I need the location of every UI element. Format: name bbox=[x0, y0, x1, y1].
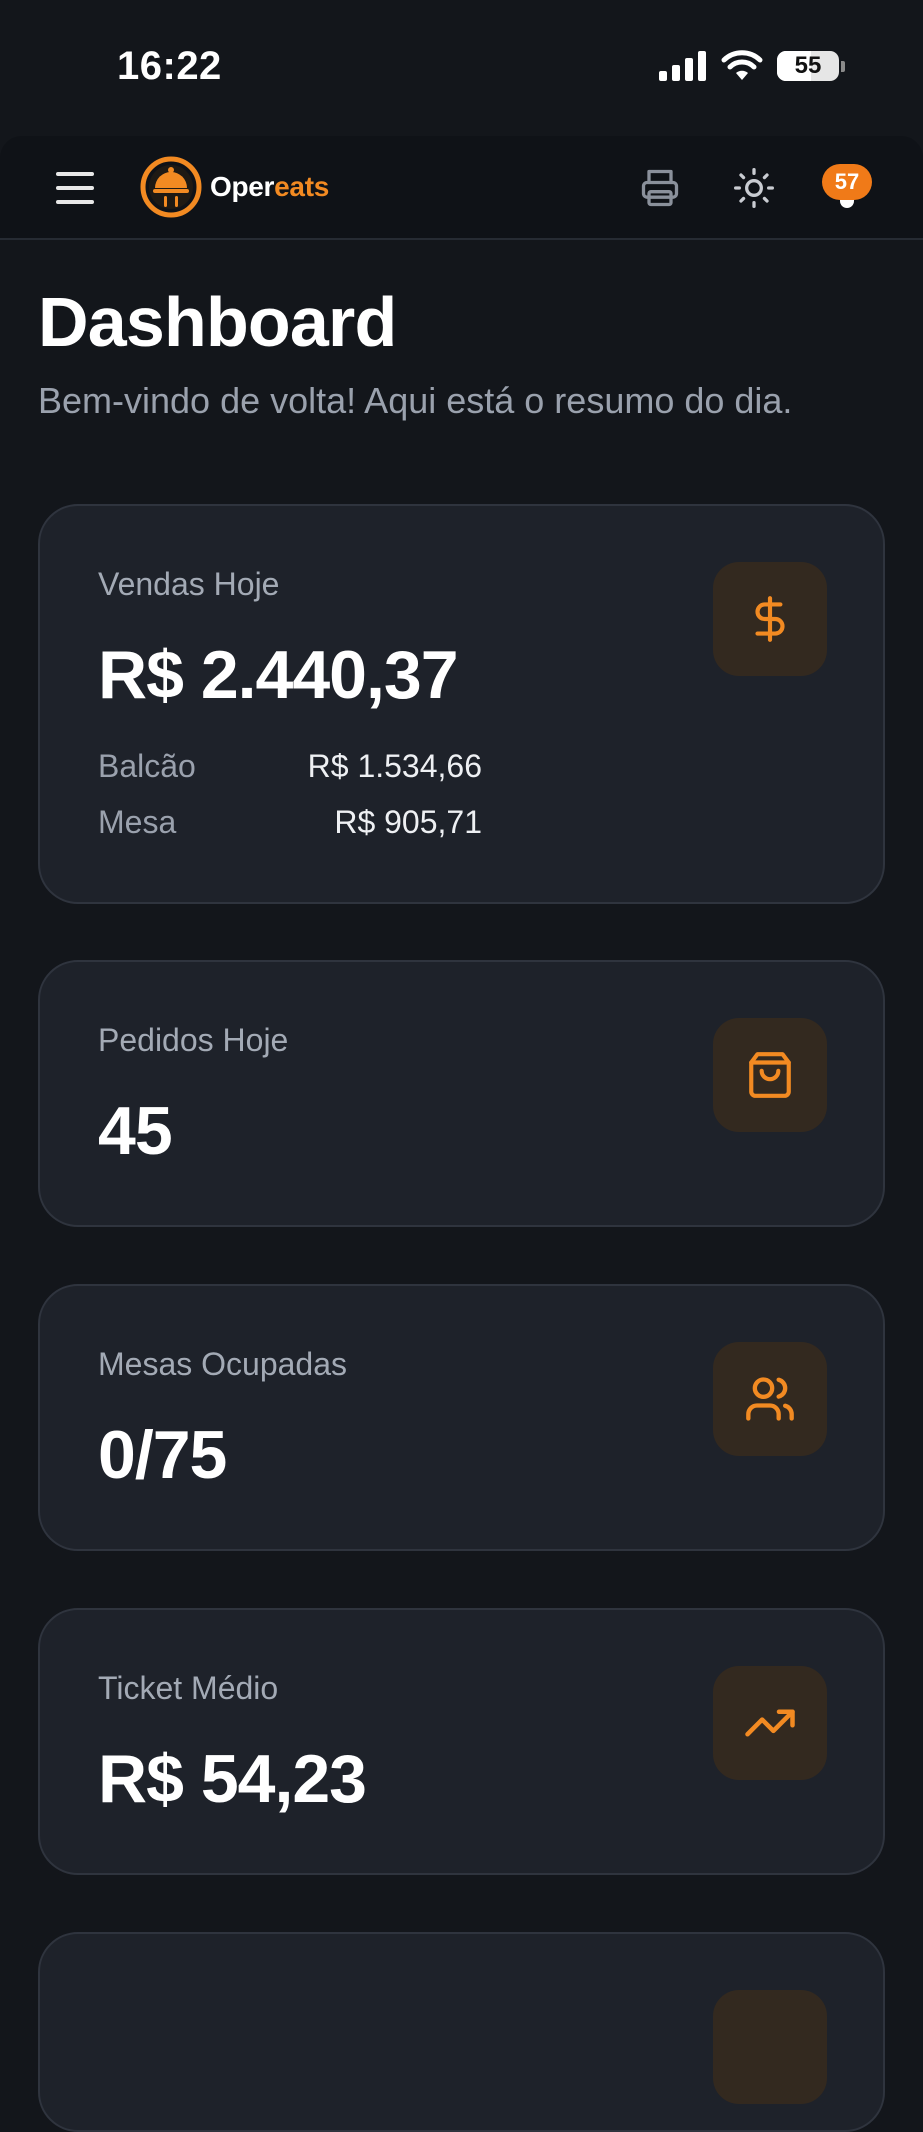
card-icon-box bbox=[713, 1018, 827, 1132]
battery-level: 55 bbox=[794, 52, 822, 79]
card-label: Pedidos Hoje bbox=[98, 1022, 289, 1058]
users-icon bbox=[746, 1377, 794, 1421]
breakdown-label: Balcão bbox=[98, 748, 196, 784]
card-icon-box bbox=[713, 1990, 827, 2104]
card-label: Mesas Ocupadas bbox=[98, 1346, 348, 1382]
card-icon-box bbox=[713, 1666, 827, 1780]
breakdown-value: R$ 1.534,66 bbox=[307, 748, 482, 784]
sun-icon[interactable] bbox=[732, 166, 776, 210]
dollar-icon bbox=[755, 596, 785, 642]
average-ticket-card[interactable]: Ticket Médio R$ 54,23 bbox=[38, 1608, 885, 1875]
app-header: Opereats bbox=[0, 136, 923, 240]
shopping-bag-icon bbox=[749, 1052, 791, 1098]
signal-icon bbox=[659, 51, 706, 81]
card-value: 0/75 bbox=[98, 1417, 227, 1493]
printer-icon[interactable] bbox=[638, 166, 682, 210]
card-icon-box bbox=[713, 562, 827, 676]
occupied-tables-card[interactable]: Mesas Ocupadas 0/75 bbox=[38, 1284, 885, 1551]
card-label: Vendas Hoje bbox=[98, 566, 280, 602]
menu-icon bbox=[56, 172, 94, 176]
page-subtitle: Bem-vindo de volta! Aqui está o resumo d… bbox=[38, 380, 793, 421]
card-value: R$ 54,23 bbox=[98, 1741, 367, 1817]
page-title: Dashboard bbox=[38, 283, 397, 361]
breakdown-value: R$ 905,71 bbox=[334, 804, 482, 840]
wifi-icon bbox=[721, 50, 763, 80]
next-card[interactable] bbox=[38, 1932, 885, 2132]
breakdown-label: Mesa bbox=[98, 804, 177, 840]
menu-button[interactable] bbox=[50, 166, 100, 210]
card-value: R$ 2.440,37 bbox=[98, 637, 459, 713]
card-label: Ticket Médio bbox=[98, 1670, 279, 1706]
brand-logo[interactable]: Opereats bbox=[140, 156, 329, 218]
trending-up-icon bbox=[745, 1709, 795, 1737]
status-icons: 55 bbox=[659, 50, 845, 82]
sales-today-card[interactable]: Vendas Hoje R$ 2.440,37 Balcão R$ 1.534,… bbox=[38, 504, 885, 904]
notification-badge: 57 bbox=[822, 164, 872, 200]
brand-name: Opereats bbox=[210, 171, 329, 202]
card-icon-box bbox=[713, 1342, 827, 1456]
card-value: 45 bbox=[98, 1093, 173, 1169]
breakdown-row-table: Mesa R$ 905,71 bbox=[98, 804, 482, 841]
breakdown-row-counter: Balcão R$ 1.534,66 bbox=[98, 748, 482, 785]
cloche-logo-icon bbox=[140, 156, 202, 218]
battery-indicator: 55 bbox=[777, 51, 845, 81]
status-bar: 16:22 55 bbox=[0, 0, 923, 136]
orders-today-card[interactable]: Pedidos Hoje 45 bbox=[38, 960, 885, 1227]
status-time: 16:22 bbox=[117, 44, 222, 88]
